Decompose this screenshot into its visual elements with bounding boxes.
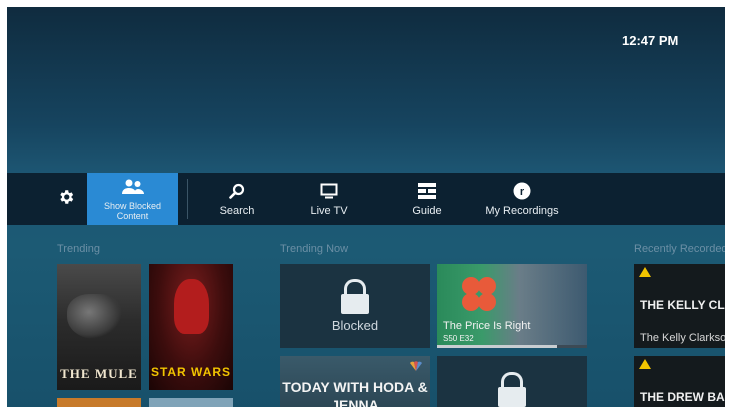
my-recordings-button[interactable]: r My Recordings <box>477 173 567 225</box>
trending-tile-4[interactable] <box>149 398 233 414</box>
show-title-art: THE DREW BARRYMORE <box>640 390 732 404</box>
recordings-r-icon: r <box>513 181 531 201</box>
settings-button[interactable] <box>47 173 85 225</box>
section-title-recently-recorded: Recently Recorded <box>634 243 728 255</box>
guide-label: Guide <box>412 205 442 217</box>
blocked-label: Blocked <box>331 318 379 333</box>
live-tv-button[interactable]: Live TV <box>299 173 359 225</box>
lock-icon <box>498 372 526 407</box>
recording-tile-drew-barrymore[interactable]: THE DREW BARRYMORE <box>634 356 732 414</box>
trending-now-tile-today-hoda-jenna[interactable]: TODAY WITH HODA & JENNA <box>280 356 430 414</box>
nbc-logo-icon <box>408 360 424 374</box>
menu-divider <box>187 179 188 219</box>
show-title: The Price Is Right <box>443 320 531 332</box>
trending-now-tile-price-is-right[interactable]: The Price Is Right S50 E32 <box>437 264 587 348</box>
users-icon <box>121 177 144 197</box>
watch-progress-bar <box>437 345 587 348</box>
poster-art <box>67 294 122 339</box>
trending-now-tile-blocked[interactable]: Blocked <box>280 264 430 348</box>
live-tv-label: Live TV <box>310 205 348 217</box>
section-title-trending-now: Trending Now <box>280 243 349 255</box>
warning-icon <box>639 359 651 369</box>
trending-now-tile-blocked-2[interactable] <box>437 356 587 414</box>
poster-title: THE MULE <box>60 366 138 381</box>
show-title: The Kelly Clarkson <box>640 332 732 344</box>
search-icon <box>229 181 245 201</box>
show-blocked-label: Show Blocked Content <box>103 201 162 221</box>
guide-grid-icon <box>418 181 436 201</box>
trending-tile-mule[interactable]: THE MULE <box>57 264 141 390</box>
search-label: Search <box>219 205 255 217</box>
guide-button[interactable]: Guide <box>397 173 457 225</box>
poster-title: STAR WARS <box>150 365 232 379</box>
clock: 12:47 PM <box>622 33 679 48</box>
lock-icon <box>341 279 369 314</box>
show-title-art: THE KELLY CLARKSON <box>640 298 732 312</box>
watch-progress-fill <box>437 345 557 348</box>
main-menu-bar: Show Blocked Content Search Live TV Guid… <box>7 173 725 225</box>
section-title-trending: Trending <box>57 243 101 255</box>
monitor-icon <box>320 181 338 201</box>
svg-text:r: r <box>520 186 525 198</box>
search-button[interactable]: Search <box>207 173 267 225</box>
show-title-art: TODAY WITH HODA & JENNA <box>282 379 428 413</box>
episode-label: S50 E32 <box>443 334 474 343</box>
trending-tile-3[interactable] <box>57 398 141 414</box>
poster-art <box>174 279 209 334</box>
show-blocked-content-button[interactable]: Show Blocked Content <box>87 173 178 225</box>
show-art <box>462 277 496 311</box>
my-recordings-label: My Recordings <box>485 205 559 217</box>
recording-tile-kelly-clarkson[interactable]: THE KELLY CLARKSON The Kelly Clarkson <box>634 264 732 348</box>
trending-tile-star-wars[interactable]: STAR WARS <box>149 264 233 390</box>
warning-icon <box>639 267 651 277</box>
gear-icon <box>57 187 75 207</box>
